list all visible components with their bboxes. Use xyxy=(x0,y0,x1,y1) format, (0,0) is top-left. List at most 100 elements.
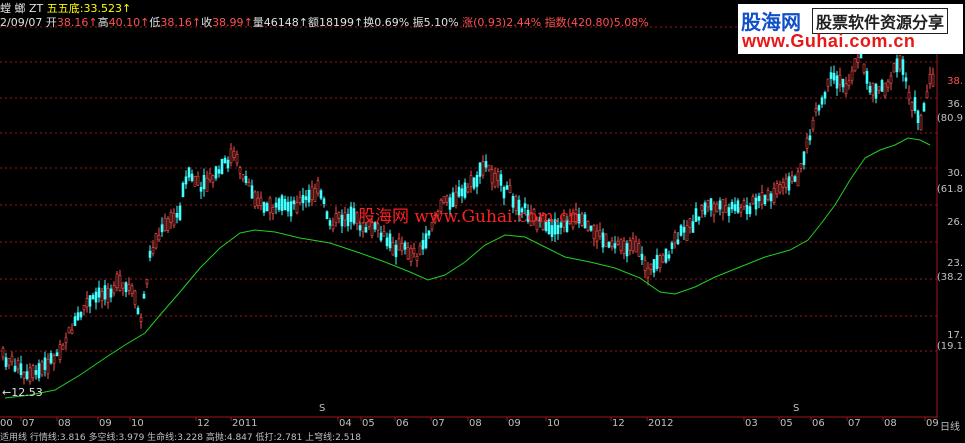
candle-body xyxy=(508,185,512,194)
candle-body xyxy=(733,204,737,211)
candle-body xyxy=(409,247,413,262)
candle-body xyxy=(742,200,746,207)
candle-body xyxy=(607,241,611,248)
candle-body xyxy=(91,294,95,300)
candle-body xyxy=(766,190,770,200)
candle-body xyxy=(346,213,350,227)
candle-body xyxy=(466,186,470,193)
candle-body xyxy=(202,174,206,190)
price-axis-label: (61.8 xyxy=(936,184,963,195)
candle-body xyxy=(118,275,122,291)
stock-title: 螳 螂 ZT xyxy=(0,2,44,15)
candle-body xyxy=(412,248,416,254)
candle-body xyxy=(58,344,62,360)
candle-body xyxy=(247,182,251,187)
candle-body xyxy=(862,63,866,73)
date-axis-label: 06 xyxy=(396,418,409,429)
candle-body xyxy=(850,70,854,81)
candle-body xyxy=(52,355,56,364)
candle-body xyxy=(736,200,740,213)
candle-body xyxy=(241,174,245,180)
candle-body xyxy=(775,183,779,195)
candle-body xyxy=(853,58,857,72)
candle-body xyxy=(211,175,215,183)
candle-body xyxy=(898,55,902,70)
candle-body xyxy=(295,202,299,213)
candle-body xyxy=(709,198,713,211)
candle-body xyxy=(283,199,287,211)
candle-body xyxy=(925,91,929,99)
candle-body xyxy=(496,171,500,182)
date-axis-label: 10 xyxy=(131,418,144,429)
site-logo: 股海网 股票软件资源分享 www.Guhai.com.cn xyxy=(738,4,963,54)
candle-body xyxy=(778,184,782,193)
candle-body xyxy=(895,58,899,73)
candle-body xyxy=(166,218,170,231)
candle-body xyxy=(487,164,491,171)
candle-body xyxy=(595,230,599,242)
candle-body xyxy=(46,358,50,375)
candle-body xyxy=(868,85,872,93)
candle-body xyxy=(40,361,44,376)
candle-body xyxy=(28,367,32,382)
candle-body xyxy=(463,182,467,198)
candle-body xyxy=(805,137,809,149)
candle-body xyxy=(880,80,884,92)
candle-body xyxy=(673,232,677,244)
candle-body xyxy=(679,225,683,236)
candle-body xyxy=(652,259,656,273)
candle-body xyxy=(49,353,53,364)
candle-body xyxy=(148,250,152,258)
candle-body xyxy=(124,282,128,293)
candle-body xyxy=(682,226,686,233)
candle-body xyxy=(670,242,674,249)
candle-body xyxy=(643,259,647,271)
axis-period-label[interactable]: 日线 xyxy=(940,418,960,433)
candle-body xyxy=(157,234,161,241)
candle-body xyxy=(583,214,587,229)
candle-body xyxy=(268,197,272,214)
candle-body xyxy=(64,337,68,344)
candle-body xyxy=(196,176,200,186)
candle-body xyxy=(25,371,29,380)
candle-body xyxy=(628,240,632,251)
candle-body xyxy=(280,195,284,212)
candle-body xyxy=(340,214,344,227)
candle-body xyxy=(277,198,281,210)
date-axis-label: 07 xyxy=(432,418,445,429)
candle-body xyxy=(664,248,668,263)
candle-body xyxy=(133,290,137,306)
candle-body xyxy=(253,191,257,207)
candle-body xyxy=(271,207,275,214)
low-price-marker: ←12.53 xyxy=(2,386,43,399)
candle-body xyxy=(115,273,119,288)
candle-body xyxy=(121,282,125,289)
indicator-label: 五五底: xyxy=(46,2,84,15)
candle-body xyxy=(649,263,653,270)
candle-body xyxy=(175,212,179,218)
candle-body xyxy=(874,83,878,99)
candle-body xyxy=(784,178,788,188)
candle-body xyxy=(337,212,341,219)
candle-body xyxy=(781,182,785,188)
candle-body xyxy=(151,247,155,254)
candle-body xyxy=(625,243,629,257)
candle-body xyxy=(325,211,329,220)
candle-body xyxy=(667,254,671,259)
candle-body xyxy=(505,185,509,190)
candle-body xyxy=(10,355,14,363)
candle-body xyxy=(712,203,716,216)
candle-body xyxy=(391,242,395,256)
candle-body xyxy=(472,177,476,189)
candle-body xyxy=(415,256,419,261)
candle-body xyxy=(883,82,887,97)
candle-body xyxy=(838,74,842,85)
candle-body xyxy=(685,225,689,241)
candle-body xyxy=(877,86,881,91)
candle-body xyxy=(478,162,482,177)
candle-body xyxy=(289,201,293,217)
candle-body xyxy=(235,154,239,164)
candle-body xyxy=(457,186,461,197)
candle-body xyxy=(856,56,860,63)
candle-body xyxy=(292,200,296,205)
